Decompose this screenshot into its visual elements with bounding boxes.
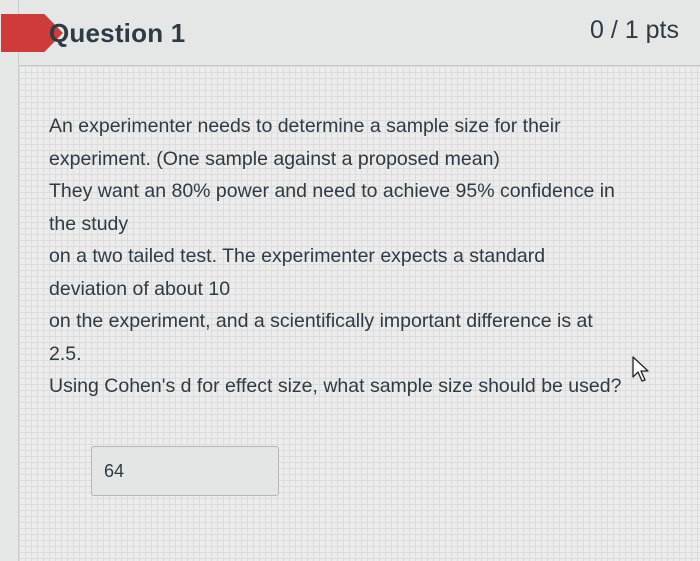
question-title: Question 1 (49, 18, 186, 48)
question-line: experiment. (One sample against a propos… (49, 147, 500, 170)
quiz-page: Question 1 0 / 1 pts An experimenter nee… (0, 0, 700, 561)
question-text: An experimenter needs to determine a sam… (49, 110, 679, 403)
question-body: An experimenter needs to determine a sam… (19, 66, 700, 561)
question-line: Using Cohen's d for effect size, what sa… (49, 375, 622, 397)
question-line: on a two tailed test. The experimenter e… (49, 245, 546, 267)
question-line: the study (49, 212, 129, 235)
question-card: Question 1 0 / 1 pts An experimenter nee… (1, 0, 700, 561)
mouse-pointer-icon (632, 356, 650, 387)
answer-input[interactable]: 64 (91, 446, 279, 496)
question-line: on the experiment, and a scientifically … (49, 310, 593, 332)
answer-value: 64 (104, 461, 125, 481)
question-line: 2.5. (49, 342, 82, 365)
question-line: An experimenter needs to determine a sam… (49, 115, 561, 137)
question-header: Question 1 0 / 1 pts (1, 0, 700, 66)
question-points: 0 / 1 pts (590, 16, 679, 44)
question-line: They want an 80% power and need to achie… (49, 180, 615, 202)
question-line: deviation of about 10 (49, 277, 231, 300)
